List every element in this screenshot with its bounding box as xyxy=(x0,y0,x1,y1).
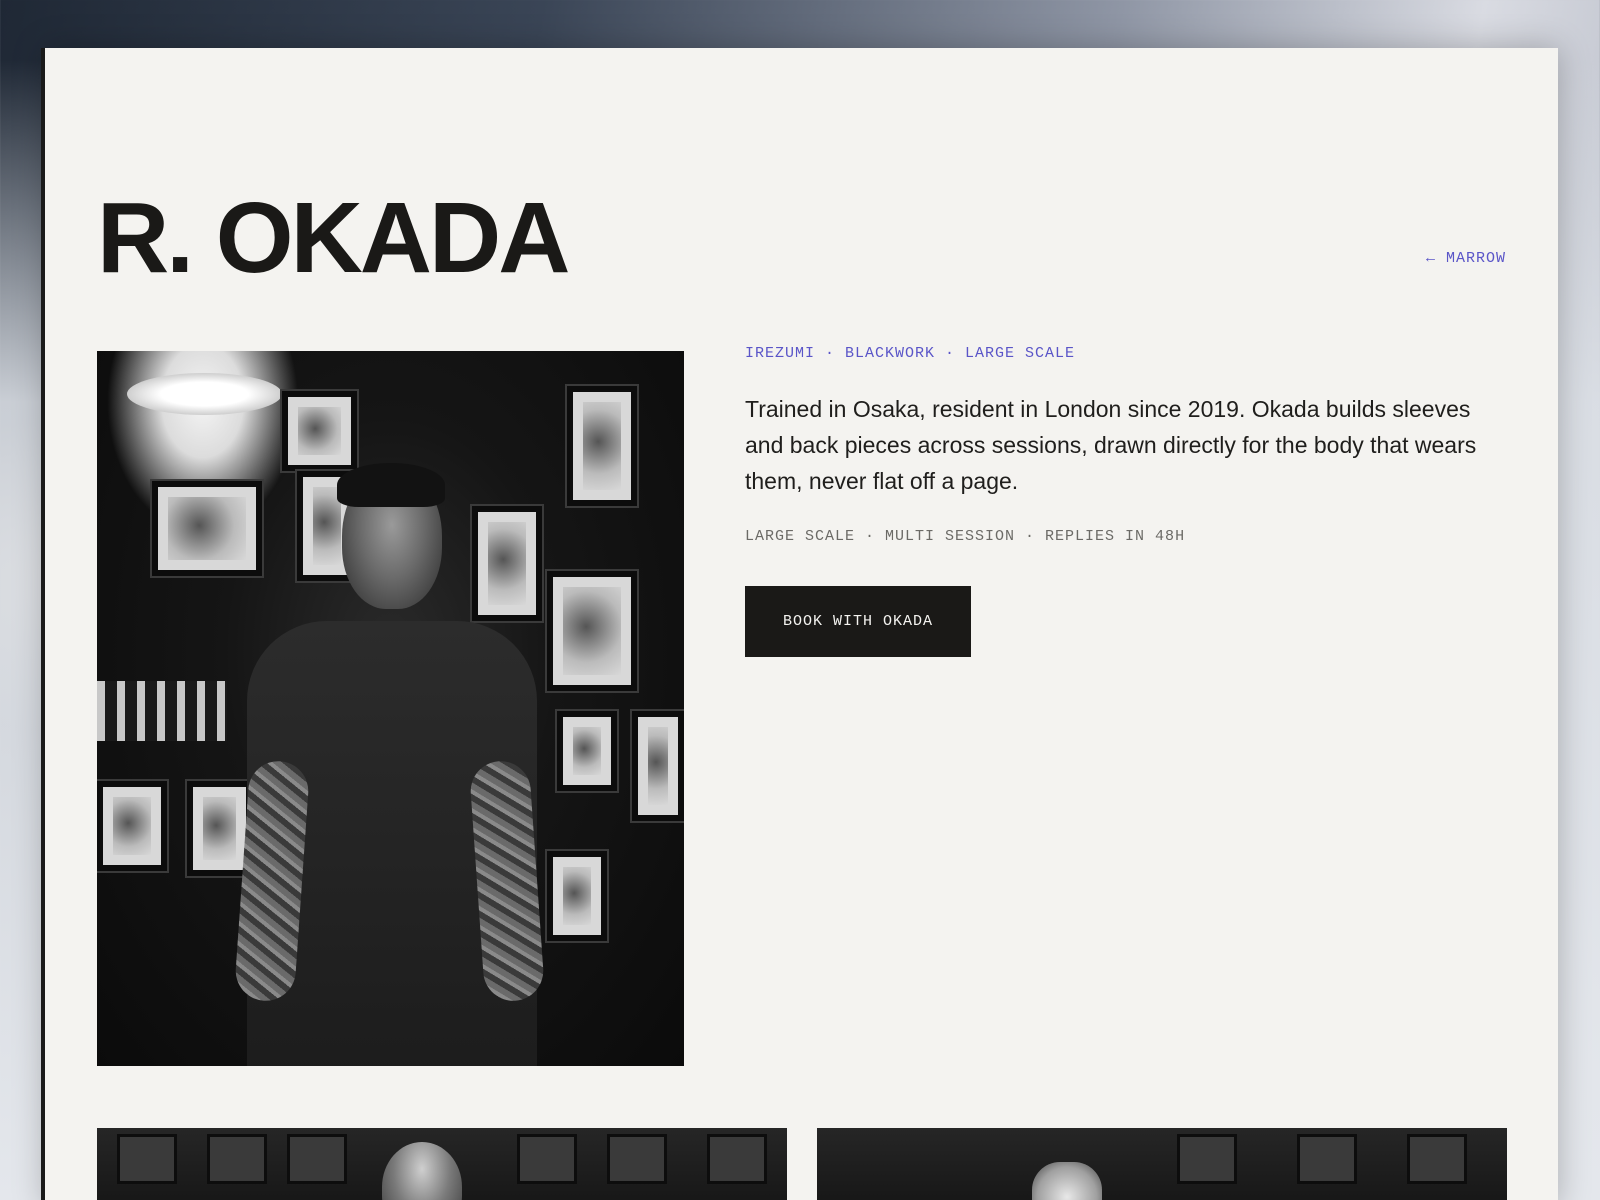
booking-meta: LARGE SCALE · MULTI SESSION · REPLIES IN… xyxy=(745,528,1186,545)
wall-art xyxy=(472,506,542,621)
artist-hair xyxy=(337,463,445,507)
wall-art xyxy=(117,1134,177,1184)
lamp xyxy=(127,373,282,415)
style-tags: IREZUMI · BLACKWORK · LARGE SCALE xyxy=(745,345,1076,362)
wall-art xyxy=(1407,1134,1467,1184)
book-button[interactable]: BOOK WITH OKADA xyxy=(745,586,971,657)
gallery-image[interactable] xyxy=(817,1128,1507,1200)
artist-bio: Trained in Osaka, resident in London sin… xyxy=(745,396,1477,494)
wall-art xyxy=(287,1134,347,1184)
artist-portrait xyxy=(97,351,684,1066)
artist-name: R. OKADA xyxy=(97,182,570,294)
wall-art xyxy=(567,386,637,506)
arrow-left-icon: ← xyxy=(1425,250,1436,267)
wall-art xyxy=(152,481,262,576)
back-link[interactable]: ← MARROW xyxy=(1426,250,1506,267)
wall-art xyxy=(97,781,167,871)
wall-art xyxy=(557,711,617,791)
client-head xyxy=(382,1142,462,1200)
gloved-hand xyxy=(1032,1162,1102,1200)
wall-art xyxy=(1177,1134,1237,1184)
artist-page: R. OKADA ← MARROW IREZUMI · BLACKWORK · … xyxy=(45,48,1558,1200)
wall-art xyxy=(707,1134,767,1184)
wall-art xyxy=(607,1134,667,1184)
wall-art xyxy=(282,391,357,471)
wall-art xyxy=(207,1134,267,1184)
wall-art xyxy=(547,851,607,941)
ink-shelf xyxy=(97,681,227,741)
back-link-label: MARROW xyxy=(1445,250,1506,267)
wall-art xyxy=(547,571,637,691)
wall-art xyxy=(632,711,684,821)
wall-art xyxy=(517,1134,577,1184)
wall-art xyxy=(1297,1134,1357,1184)
gallery-image[interactable] xyxy=(97,1128,787,1200)
